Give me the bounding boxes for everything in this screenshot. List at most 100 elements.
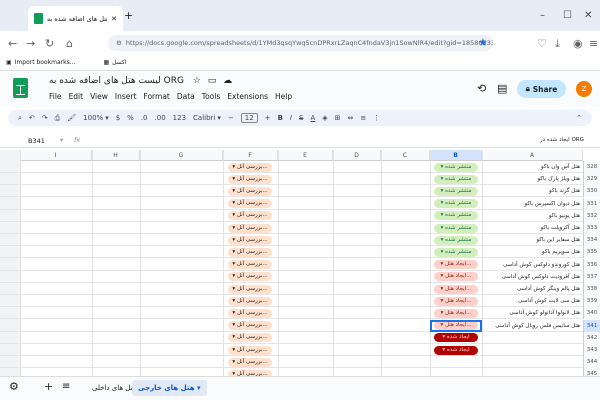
review-chip[interactable]: ▾ بررسی آنل... — [228, 211, 272, 221]
cell-hotel-name[interactable]: هتل دیوان اکسپرس باکو — [482, 198, 583, 210]
status-chip[interactable]: ▾ منتشر شده — [434, 186, 478, 196]
download-icon[interactable]: ⤓ — [555, 37, 560, 51]
menu-view[interactable]: View — [90, 92, 108, 101]
row-number[interactable]: 331 — [583, 197, 600, 210]
font-select[interactable]: Calibri ▾ — [193, 114, 221, 122]
row-number[interactable]: 329 — [583, 173, 600, 186]
currency-button[interactable]: $ — [116, 114, 120, 122]
status-chip[interactable]: ▾ ایجاد هتل... — [434, 296, 478, 306]
formula-content[interactable]: ایجاد شده در ORG — [540, 137, 584, 143]
minimize-icon[interactable]: – — [540, 10, 545, 21]
text-color-button[interactable]: A — [310, 114, 315, 122]
pocket-icon[interactable]: ♡ — [537, 37, 547, 50]
review-chip[interactable]: ▾ بررسی آنل... — [228, 174, 272, 184]
col-header-c[interactable]: C — [381, 150, 430, 161]
menu-file[interactable]: File — [49, 92, 62, 101]
review-chip[interactable]: ▾ بررسی آنل... — [228, 284, 272, 294]
status-chip[interactable]: ▾ ایجاد هتل... — [434, 308, 478, 318]
review-chip[interactable]: ▾ بررسی آنل... — [228, 357, 272, 367]
review-chip[interactable]: ▾ بررسی آنل... — [228, 260, 272, 270]
col-header-a[interactable]: A — [482, 150, 583, 161]
col-header-g[interactable]: G — [140, 150, 223, 161]
more-formats-button[interactable]: 123 — [173, 114, 186, 122]
col-header-i[interactable]: I — [20, 150, 92, 161]
status-chip[interactable]: ▾ ایجاد شده — [434, 345, 478, 355]
document-title[interactable]: لیست هتل های اضافه شده به ORG — [49, 76, 184, 86]
cell-hotel-name[interactable]: هتل آفرودیت دلوکس کوش آداسی — [482, 271, 583, 283]
back-icon[interactable]: ← — [8, 37, 17, 50]
font-size-field[interactable]: 12 — [240, 113, 258, 123]
row-number[interactable]: 332 — [583, 209, 600, 222]
star-icon[interactable]: ☆ — [193, 76, 201, 86]
all-sheets-icon[interactable]: ≡ — [62, 381, 70, 392]
review-chip[interactable]: ▾ بررسی آنل... — [228, 186, 272, 196]
cell-hotel-name[interactable]: هتل لانولوا آدانولو کوش آداسی — [482, 307, 583, 319]
new-tab-icon[interactable]: + — [124, 9, 133, 22]
bookmark-excel-link[interactable]: اکسل — [112, 59, 126, 66]
bold-button[interactable]: B — [278, 114, 283, 122]
status-chip[interactable]: ▾ منتشر شده — [434, 223, 478, 233]
settings-icon[interactable]: ⚙ — [9, 380, 19, 393]
paint-format-icon[interactable]: 🖌︎ — [67, 114, 76, 122]
status-chip[interactable]: ▾ منتشر شده — [434, 174, 478, 184]
menu-extensions[interactable]: Extensions — [227, 92, 268, 101]
status-chip[interactable]: ▾ ایجاد هتل... — [434, 272, 478, 282]
review-chip[interactable]: ▾ بررسی آنل... — [228, 223, 272, 233]
cell-hotel-name[interactable]: هتل ویلژ پارک باکو — [482, 173, 583, 185]
sheet-grid[interactable]: I H G F E D C B A 328 هتل آس وان باکو ▾ من… — [0, 150, 600, 378]
cell-hotel-name[interactable] — [482, 356, 583, 368]
decrease-decimal-button[interactable]: .0 — [141, 114, 148, 122]
strikethrough-button[interactable]: S — [299, 114, 303, 122]
site-info-icon[interactable]: ⚙ — [116, 39, 122, 47]
status-chip[interactable]: ▾ منتشر شده — [434, 247, 478, 257]
status-chip[interactable]: ▾ منتشر شده — [434, 199, 478, 209]
cell-hotel-name[interactable]: هتل سانیس فلس رویال کوش آداسی — [482, 320, 583, 332]
home-icon[interactable]: ⌂ — [66, 37, 73, 50]
cell-hotel-name[interactable] — [482, 332, 583, 344]
add-sheet-icon[interactable]: + — [44, 380, 53, 393]
status-chip[interactable]: ▾ منتشر شده — [434, 211, 478, 221]
avatar[interactable]: Z — [576, 81, 592, 97]
menu-edit[interactable]: Edit — [69, 92, 84, 101]
review-chip[interactable]: ▾ بررسی آنل... — [228, 308, 272, 318]
search-menus-icon[interactable]: ⌕ — [18, 114, 22, 123]
cell-hotel-name[interactable]: هتل پالم وینگز کوش آداسی — [482, 283, 583, 295]
collapse-toolbar-icon[interactable]: ⌃ — [576, 114, 582, 122]
maximize-icon[interactable]: ☐ — [563, 10, 572, 21]
menu-tools[interactable]: Tools — [202, 92, 220, 101]
bookmark-star-icon[interactable]: ★ — [478, 36, 488, 49]
menu-help[interactable]: Help — [275, 92, 292, 101]
review-chip[interactable]: ▾ بررسی آنل... — [228, 321, 272, 331]
cell-hotel-name[interactable]: هتل سوپریم باکو — [482, 246, 583, 258]
cell-hotel-name[interactable]: هتل آکروپلت باکو — [482, 222, 583, 234]
name-box[interactable]: B341 — [28, 137, 45, 145]
font-size-decrease[interactable]: − — [228, 114, 234, 122]
zoom-select[interactable]: 100% ▾ — [83, 114, 109, 122]
review-chip[interactable]: ▾ بررسی آنل... — [228, 247, 272, 257]
menu-insert[interactable]: Insert — [115, 92, 137, 101]
move-folder-icon[interactable]: ▭ — [208, 76, 217, 86]
row-number[interactable]: 336 — [583, 258, 600, 271]
italic-button[interactable]: I — [290, 114, 292, 122]
redo-icon[interactable]: ↷ — [42, 114, 48, 122]
status-chip[interactable]: ▾ ایجاد شده — [434, 333, 478, 343]
review-chip[interactable]: ▾ بررسی آنل... — [228, 333, 272, 343]
col-header-e[interactable]: E — [278, 150, 333, 161]
row-number[interactable]: 340 — [583, 307, 600, 320]
font-size-increase[interactable]: + — [265, 114, 271, 122]
status-chip[interactable]: ▾ ایجاد هتل... — [434, 284, 478, 294]
forward-icon[interactable]: → — [26, 37, 35, 50]
sheets-logo-icon[interactable] — [13, 78, 28, 98]
col-header-f[interactable]: F — [223, 150, 278, 161]
cell-hotel-name[interactable] — [482, 344, 583, 356]
review-chip[interactable]: ▾ بررسی آنل... — [228, 199, 272, 209]
fill-color-icon[interactable]: ◈ — [322, 114, 327, 122]
row-number[interactable]: 343 — [583, 344, 600, 356]
sheet-tab-foreign[interactable]: هتل های خارجی ▾ — [132, 380, 207, 396]
account-icon[interactable]: ◉ — [573, 37, 583, 50]
status-chip[interactable]: ▾ منتشر شده — [434, 235, 478, 245]
cell-hotel-name[interactable]: هتل سی لایت کوش آداسی — [482, 295, 583, 307]
row-number[interactable]: 330 — [583, 185, 600, 198]
row-number[interactable]: 328 — [583, 161, 600, 173]
row-number[interactable]: 344 — [583, 356, 600, 369]
